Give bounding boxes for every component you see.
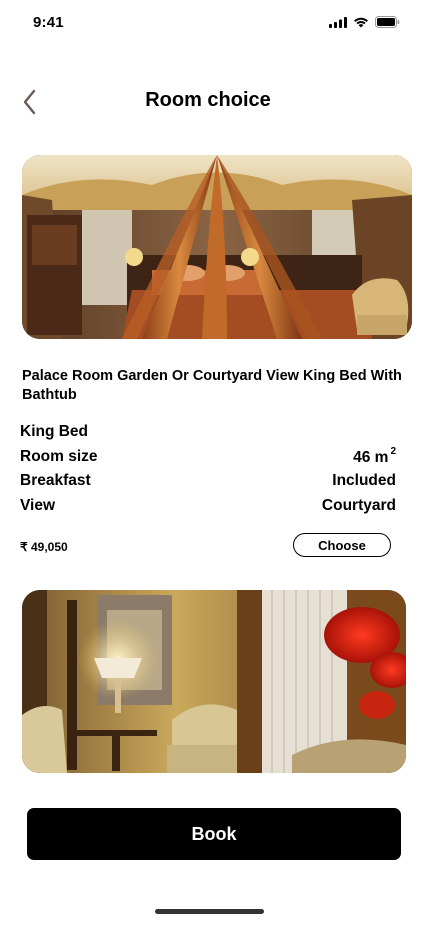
status-time: 9:41 (33, 14, 64, 31)
spec-row-room-size: Room size 46 m2 (20, 446, 396, 470)
room-size-value: 46 m2 (353, 446, 396, 467)
view-label: View (20, 497, 56, 514)
room-size-label: Room size (20, 448, 98, 465)
room-name: Palace Room Garden Or Courtyard View Kin… (22, 368, 402, 403)
spec-row-breakfast: Breakfast Included (20, 472, 396, 494)
spec-row-view: View Courtyard (20, 497, 396, 519)
bed-type-label: King Bed (20, 423, 89, 440)
book-button[interactable]: Book (27, 808, 401, 860)
battery-icon (375, 16, 400, 28)
wifi-icon (354, 17, 368, 27)
breakfast-label: Breakfast (20, 472, 91, 489)
room-price: ₹ 49,050 (20, 540, 68, 554)
breakfast-value: Included (332, 472, 396, 489)
room-photo-bedroom[interactable] (22, 155, 412, 339)
room-size-number: 46 m (353, 449, 389, 467)
status-icons (329, 16, 400, 28)
page-title: Room choice (145, 89, 271, 111)
choose-button[interactable]: Choose (293, 533, 391, 557)
view-value: Courtyard (321, 497, 396, 514)
room-photo-sitting-area[interactable] (22, 590, 406, 773)
home-indicator[interactable] (155, 909, 264, 914)
header: Room choice (0, 80, 428, 124)
room-size-unit-superscript: 2 (390, 446, 396, 457)
signal-icon (329, 16, 347, 28)
spec-row-bed: King Bed (20, 423, 396, 445)
status-bar: 9:41 (0, 0, 428, 44)
